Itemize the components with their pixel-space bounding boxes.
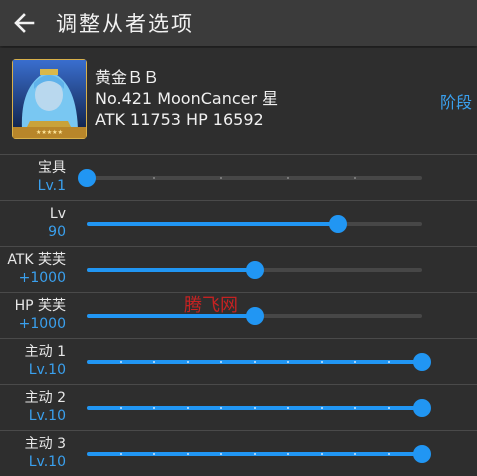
slider-name: 宝具 xyxy=(38,160,66,176)
slider-hp_fou[interactable] xyxy=(87,307,422,325)
stage-button[interactable]: 阶段 xyxy=(440,89,472,113)
slider-skill2[interactable] xyxy=(87,399,431,417)
servant-name: 黄金ＢＢ xyxy=(95,68,160,87)
slider-tick xyxy=(153,361,155,363)
slider-label: 主动 3 Lv.10 xyxy=(25,435,66,471)
slider-tick xyxy=(387,407,390,409)
slider-tick xyxy=(119,361,122,363)
slider-row-hp_fou: HP 芙芙 +1000 xyxy=(0,292,477,338)
slider-name: Lv xyxy=(49,206,66,222)
slider-tick xyxy=(153,177,155,179)
slider-tick xyxy=(354,361,356,363)
slider-row-skill3: 主动 3 Lv.10 xyxy=(0,430,477,476)
slider-label: Lv 90 xyxy=(48,205,66,241)
slider-tick xyxy=(220,453,222,455)
slider-value: Lv.1 xyxy=(37,178,66,194)
slider-value: Lv.10 xyxy=(28,362,66,378)
slider-label: 主动 2 Lv.10 xyxy=(25,389,66,425)
servant-card: ★★★★★ 黄金ＢＢ No.421 MoonCancer 星 ATK 11753… xyxy=(0,48,477,151)
slider-row-atk_fou: ATK 芙芙 +1000 xyxy=(0,246,477,292)
slider-thumb[interactable] xyxy=(413,399,431,417)
slider-skill1[interactable] xyxy=(87,353,431,371)
page-title: 调整从者选项 xyxy=(56,12,194,36)
slider-thumb[interactable] xyxy=(245,307,264,325)
slider-thumb[interactable] xyxy=(245,261,264,279)
slider-tick xyxy=(220,407,222,409)
slider-tick xyxy=(253,361,256,363)
slider-row-skill1: 主动 1 Lv.10 xyxy=(0,338,477,384)
servant-class: No.421 MoonCancer 星 xyxy=(95,89,279,108)
slider-thumb[interactable] xyxy=(413,445,431,463)
slider-tick xyxy=(186,407,189,409)
slider-tick xyxy=(287,453,289,455)
servant-info: 黄金ＢＢ No.421 MoonCancer 星 ATK 11753 HP 16… xyxy=(95,67,278,130)
slider-tick xyxy=(387,361,390,363)
slider-atk_fou[interactable] xyxy=(87,261,422,279)
slider-tick xyxy=(354,177,356,179)
slider-name: ATK 芙芙 xyxy=(7,252,66,268)
slider-name: HP 芙芙 xyxy=(14,298,66,314)
slider-value: +1000 xyxy=(18,270,66,286)
slider-tick xyxy=(354,407,356,409)
slider-label: 主动 1 Lv.10 xyxy=(25,343,66,379)
slider-tick xyxy=(320,407,323,409)
slider-list: 宝具 Lv.1 Lv 90 ATK 芙芙 +1000 HP 芙芙 +1000 主动 1 Lv.10… xyxy=(0,154,477,476)
slider-row-lv: Lv 90 xyxy=(0,200,477,246)
servant-stats: ATK 11753 HP 16592 xyxy=(95,110,264,129)
slider-skill3[interactable] xyxy=(87,445,431,463)
slider-tick xyxy=(287,407,289,409)
slider-label: HP 芙芙 +1000 xyxy=(15,297,66,333)
back-arrow-icon[interactable] xyxy=(10,9,38,37)
slider-fill xyxy=(87,268,255,272)
slider-fill xyxy=(87,314,255,318)
slider-name: 主动 1 xyxy=(24,344,66,360)
slider-row-np: 宝具 Lv.1 xyxy=(0,154,477,200)
slider-tick xyxy=(153,407,155,409)
slider-tick xyxy=(287,361,289,363)
slider-tick xyxy=(320,453,323,455)
slider-tick xyxy=(119,407,122,409)
slider-thumb[interactable] xyxy=(413,353,431,371)
slider-tick xyxy=(253,453,256,455)
slider-np[interactable] xyxy=(78,169,422,187)
slider-tick xyxy=(387,453,390,455)
slider-tick xyxy=(253,407,256,409)
slider-name: 主动 3 xyxy=(24,436,66,452)
slider-tick xyxy=(186,361,189,363)
slider-name: 主动 2 xyxy=(24,390,66,406)
slider-label: ATK 芙芙 +1000 xyxy=(7,251,66,287)
slider-tick xyxy=(220,177,222,179)
slider-tick xyxy=(119,453,122,455)
slider-label: 宝具 Lv.1 xyxy=(38,159,66,195)
svg-text:★★★★★: ★★★★★ xyxy=(36,129,63,136)
slider-tick xyxy=(220,361,222,363)
app-bar: 调整从者选项 xyxy=(0,0,477,46)
servant-portrait[interactable]: ★★★★★ xyxy=(12,59,87,139)
slider-lv[interactable] xyxy=(87,215,422,233)
slider-tick xyxy=(287,177,289,179)
slider-track[interactable] xyxy=(87,176,422,180)
slider-tick xyxy=(354,453,356,455)
slider-value: Lv.10 xyxy=(28,408,66,424)
slider-value: +1000 xyxy=(18,316,66,332)
slider-value: Lv.10 xyxy=(28,454,66,470)
slider-fill xyxy=(87,222,339,226)
slider-thumb[interactable] xyxy=(78,169,96,187)
slider-tick xyxy=(320,361,323,363)
slider-value: 90 xyxy=(48,224,66,240)
slider-row-skill2: 主动 2 Lv.10 xyxy=(0,384,477,430)
slider-thumb[interactable] xyxy=(329,215,348,233)
slider-tick xyxy=(153,453,155,455)
slider-tick xyxy=(186,453,189,455)
